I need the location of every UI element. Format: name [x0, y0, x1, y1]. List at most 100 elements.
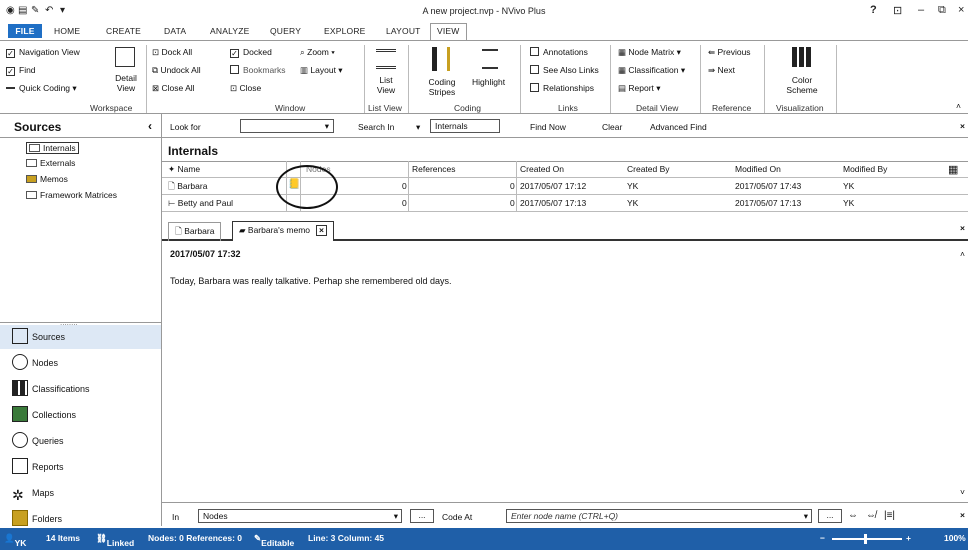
sources-icon: [12, 328, 28, 344]
restore-ribbon-button[interactable]: ⊡: [893, 4, 902, 17]
tab-analyze[interactable]: ANALYZE: [210, 26, 250, 36]
maximize-button[interactable]: ⧉: [938, 4, 946, 17]
see-also-links-toggle[interactable]: See Also Links: [530, 65, 599, 75]
clear-button[interactable]: Clear: [602, 122, 622, 132]
nav-nodes[interactable]: Nodes: [12, 351, 162, 375]
tab-data[interactable]: DATA: [164, 26, 186, 36]
grid-line: [162, 161, 968, 162]
close-all-button[interactable]: ⊠ Close All: [152, 83, 195, 94]
column-header-references[interactable]: References: [412, 164, 455, 174]
nav-classifications[interactable]: Classifications: [12, 377, 162, 401]
close-coding-bar-icon[interactable]: ×: [960, 510, 965, 520]
row-name[interactable]: ⊢ Betty and Paul: [168, 198, 233, 209]
column-header-name[interactable]: ✦ Name: [168, 164, 200, 175]
find-now-button[interactable]: Find Now: [530, 122, 566, 132]
tab-explore[interactable]: EXPLORE: [324, 26, 366, 36]
tab-home[interactable]: HOME: [54, 26, 80, 36]
dock-all-button[interactable]: ⊡ Dock All: [152, 47, 192, 58]
memo-editor[interactable]: 2017/05/07 17:32 Today, Barbara was real…: [162, 241, 968, 503]
tab-view[interactable]: VIEW: [430, 23, 467, 40]
row-references: 0: [510, 198, 515, 208]
chevron-down-icon[interactable]: ▾: [416, 122, 420, 133]
scroll-down-icon[interactable]: ˅: [960, 487, 965, 497]
tab-query[interactable]: QUERY: [270, 26, 301, 36]
advanced-find-button[interactable]: Advanced Find: [650, 122, 707, 132]
close-tab-icon[interactable]: ×: [316, 225, 327, 236]
uncode-icon[interactable]: ⇎: [866, 510, 876, 521]
coding-stripes-button[interactable]: Coding Stripes: [424, 77, 460, 97]
close-window-button[interactable]: ⊡ Close: [230, 83, 261, 94]
scroll-up-icon[interactable]: ˄: [960, 249, 965, 259]
tab-file[interactable]: FILE: [8, 24, 42, 38]
annotations-toggle[interactable]: Annotations: [530, 47, 588, 57]
nav-queries[interactable]: Queries: [12, 429, 162, 453]
docked-toggle[interactable]: ✓ Docked: [230, 47, 272, 58]
row-name[interactable]: 🗋 Barbara: [168, 181, 207, 195]
column-header-modified-by[interactable]: Modified By: [843, 164, 887, 174]
visualization-group-label: Visualization: [776, 103, 824, 113]
nav-sources[interactable]: Sources: [0, 325, 161, 349]
zoom-button[interactable]: ⌕ Zoom ▾: [300, 47, 335, 58]
row-modified-by: YK: [843, 181, 855, 191]
browse-node-button[interactable]: ...: [818, 509, 842, 523]
node-matrix-button[interactable]: ▦ Node Matrix ▾: [618, 47, 681, 58]
doc-tab-barbaras-memo[interactable]: ▰ Barbara's memo ×: [232, 221, 334, 241]
tab-create[interactable]: CREATE: [106, 26, 141, 36]
zoom-in-button[interactable]: +: [906, 533, 911, 543]
tree-item-memos[interactable]: Memos: [26, 174, 68, 184]
nav-collections[interactable]: Collections: [12, 403, 162, 427]
column-header-created-by[interactable]: Created By: [627, 164, 670, 174]
quick-coding-toggle[interactable]: Quick Coding ▾: [6, 83, 77, 94]
zoom-out-button[interactable]: −: [820, 533, 825, 543]
close-find-icon[interactable]: ×: [960, 121, 965, 131]
zoom-slider-thumb[interactable]: [864, 534, 867, 544]
look-for-input[interactable]: ▾: [240, 119, 334, 133]
browse-in-button[interactable]: ...: [410, 509, 434, 523]
detail-view-button[interactable]: Detail View: [112, 73, 140, 93]
close-detail-icon[interactable]: ×: [960, 223, 965, 233]
color-scheme-button[interactable]: Color Scheme: [782, 75, 822, 95]
editable-status: ✎ Editable: [254, 533, 295, 548]
in-field[interactable]: Nodes ▾: [198, 509, 402, 523]
column-header-created-on[interactable]: Created On: [520, 164, 564, 174]
tree-item-externals[interactable]: Externals: [26, 158, 75, 168]
tab-layout[interactable]: LAYOUT: [386, 26, 421, 36]
collapse-pane-icon[interactable]: ‹: [148, 119, 152, 133]
code-icon[interactable]: ⇔: [848, 510, 858, 521]
next-button[interactable]: ⇛ Next: [708, 65, 735, 76]
annotation-circle: [276, 165, 338, 209]
row-created-by: YK: [627, 198, 639, 208]
navigation-view-toggle[interactable]: ✓ Navigation View: [6, 47, 80, 58]
tree-item-framework-matrices[interactable]: Framework Matrices: [26, 190, 117, 200]
highlight-button[interactable]: Highlight: [472, 77, 505, 87]
code-in-vivo-icon[interactable]: |≡|: [884, 510, 895, 521]
layout-icon: ▥: [300, 65, 311, 75]
close-button[interactable]: ×: [958, 4, 964, 16]
ribbon-separator: [408, 45, 409, 113]
folders-icon: [12, 510, 28, 526]
find-toggle[interactable]: ✓ Find: [6, 65, 36, 76]
bookmarks-toggle[interactable]: Bookmarks: [230, 65, 286, 75]
code-at-input[interactable]: Enter node name (CTRL+Q) ▾: [506, 509, 812, 523]
classification-button[interactable]: ▦ Classification ▾: [618, 65, 685, 76]
nav-maps[interactable]: ✲ Maps: [12, 481, 162, 505]
memo-text: Today, Barbara was really talkative. Per…: [170, 276, 452, 286]
nav-reports[interactable]: Reports: [12, 455, 162, 479]
help-button[interactable]: ?: [870, 4, 877, 16]
column-header-modified-on[interactable]: Modified On: [735, 164, 781, 174]
minimize-button[interactable]: –: [918, 4, 924, 16]
tree-item-internals[interactable]: Internals: [26, 142, 79, 154]
search-in-field[interactable]: Internals: [430, 119, 500, 133]
column-chooser-icon[interactable]: ▦: [948, 163, 958, 176]
previous-button[interactable]: ⇚ Previous: [708, 47, 751, 58]
ribbon-separator: [146, 45, 147, 113]
list-view-button[interactable]: List View: [372, 75, 400, 95]
layout-button[interactable]: ▥ Layout ▾: [300, 65, 343, 76]
relationships-toggle[interactable]: Relationships: [530, 83, 594, 93]
doc-tab-barbara[interactable]: 🗋 Barbara: [168, 222, 222, 241]
collapse-ribbon-icon[interactable]: ˄: [956, 101, 961, 111]
report-button[interactable]: ▤ Report ▾: [618, 83, 661, 94]
zoom-slider-track[interactable]: [832, 538, 902, 540]
undock-all-button[interactable]: ⧉ Undock All: [152, 65, 201, 76]
folder-icon: [29, 144, 40, 152]
